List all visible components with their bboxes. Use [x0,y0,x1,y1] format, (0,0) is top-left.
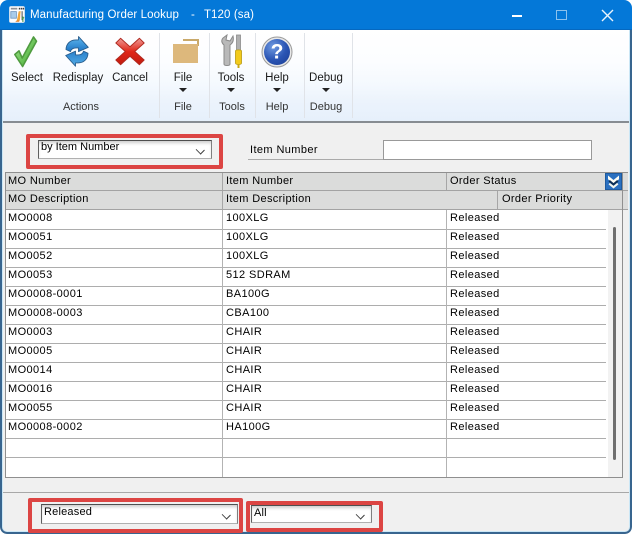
svg-text:?: ? [271,41,284,64]
